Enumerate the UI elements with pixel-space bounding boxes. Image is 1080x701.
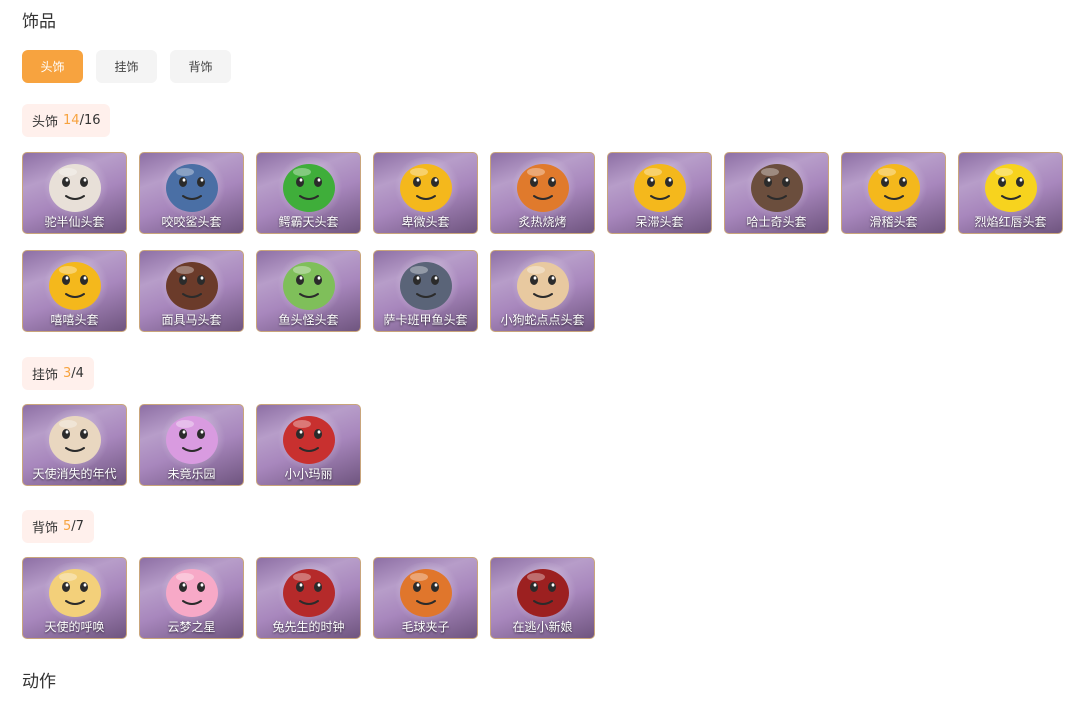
item-card[interactable]: 毛球夹子	[373, 557, 478, 639]
fish-icon	[395, 256, 457, 316]
grin-face-icon	[44, 256, 106, 316]
smirk-face-icon	[863, 158, 925, 218]
item-name: 鳄霸天头套	[278, 215, 339, 229]
item-card[interactable]: 呆滞头套	[607, 152, 712, 234]
back-section-label: 背饰	[32, 521, 59, 536]
husky-icon	[746, 158, 808, 218]
head-section-count: 14/16	[63, 113, 101, 128]
blank-face-icon	[629, 158, 691, 218]
item-name: 面具马头套	[161, 313, 222, 327]
item-card[interactable]: 炙热烧烤	[490, 152, 595, 234]
item-name: 天使消失的年代	[32, 467, 117, 481]
worried-face-icon	[395, 158, 457, 218]
tab-hanging[interactable]: 挂饰	[96, 50, 157, 83]
fish-head-icon	[278, 256, 340, 316]
item-card[interactable]: 鳄霸天头套	[256, 152, 361, 234]
item-card[interactable]: 嘻嘻头套	[22, 250, 127, 332]
bride-dress-icon	[512, 563, 574, 623]
bread-icon	[512, 158, 574, 218]
item-name: 鱼头怪头套	[278, 313, 339, 327]
item-card[interactable]: 云梦之星	[139, 557, 244, 639]
item-name: 萨卡班甲鱼头套	[383, 313, 468, 327]
item-card[interactable]: 小狗蛇点点头套	[490, 250, 595, 332]
head-section-header: 头饰 14/16	[22, 104, 111, 137]
angel-wings-icon	[44, 563, 106, 623]
hanging-section-header: 挂饰 3/4	[22, 357, 94, 390]
bear-mask-icon	[44, 158, 106, 218]
item-card[interactable]: 萨卡班甲鱼头套	[373, 250, 478, 332]
hanging-section-count: 3/4	[63, 366, 84, 381]
item-name: 咬咬鲨头套	[161, 215, 222, 229]
head-items-grid: 驼半仙头套 咬咬鲨头套 鳄霸天头套 卑微头套 炙热烧烤 呆滞头套 哈士奇头套 滑稽头套 烈焰红唇…	[22, 152, 1080, 348]
item-name: 嘻嘻头套	[50, 313, 99, 327]
item-card[interactable]: 驼半仙头套	[22, 152, 127, 234]
item-card[interactable]: 哈士奇头套	[724, 152, 829, 234]
item-name: 兔先生的时钟	[272, 620, 345, 634]
item-card[interactable]: 小小玛丽	[256, 404, 361, 486]
mary-doll-icon	[278, 410, 340, 470]
item-card[interactable]: 卑微头套	[373, 152, 478, 234]
head-section-label: 头饰	[32, 115, 59, 130]
item-name: 炙热烧烤	[518, 215, 567, 229]
fairy-doll-icon	[161, 410, 223, 470]
hanging-items-grid: 天使消失的年代 未竟乐园 小小玛丽	[22, 404, 1080, 502]
category-tabs: 头饰 挂饰 背饰	[22, 50, 231, 83]
shark-icon	[161, 158, 223, 218]
back-section-header: 背饰 5/7	[22, 510, 94, 543]
item-name: 云梦之星	[167, 620, 216, 634]
item-name: 天使的呼唤	[44, 620, 105, 634]
tab-head[interactable]: 头饰	[22, 50, 83, 83]
item-card[interactable]: 咬咬鲨头套	[139, 152, 244, 234]
tab-back[interactable]: 背饰	[170, 50, 231, 83]
pikachu-icon	[980, 158, 1042, 218]
horse-icon	[161, 256, 223, 316]
item-name: 滑稽头套	[869, 215, 918, 229]
item-card[interactable]: 滑稽头套	[841, 152, 946, 234]
item-card[interactable]: 天使消失的年代	[22, 404, 127, 486]
snake-icon	[512, 256, 574, 316]
page-title: 饰品	[22, 12, 56, 32]
item-name: 未竟乐园	[167, 467, 216, 481]
item-name: 在逃小新娘	[512, 620, 573, 634]
item-name: 小狗蛇点点头套	[500, 313, 585, 327]
back-section-count: 5/7	[63, 519, 84, 534]
angel-doll-icon	[44, 410, 106, 470]
unicorn-icon	[161, 563, 223, 623]
item-name: 呆滞头套	[635, 215, 684, 229]
item-card[interactable]: 天使的呼唤	[22, 557, 127, 639]
fox-soldier-icon	[395, 563, 457, 623]
item-card[interactable]: 鱼头怪头套	[256, 250, 361, 332]
hanging-section-label: 挂饰	[32, 368, 59, 383]
item-card[interactable]: 未竟乐园	[139, 404, 244, 486]
item-name: 烈焰红唇头套	[974, 215, 1047, 229]
back-items-grid: 天使的呼唤 云梦之星 兔先生的时钟 毛球夹子 在逃小新娘	[22, 557, 1080, 655]
item-name: 卑微头套	[401, 215, 450, 229]
rabbit-clock-icon	[278, 563, 340, 623]
crocodile-icon	[278, 158, 340, 218]
actions-section-title: 动作	[22, 672, 56, 692]
item-name: 驼半仙头套	[44, 215, 105, 229]
item-card[interactable]: 兔先生的时钟	[256, 557, 361, 639]
item-name: 哈士奇头套	[746, 215, 807, 229]
item-card[interactable]: 烈焰红唇头套	[958, 152, 1063, 234]
item-name: 毛球夹子	[401, 620, 450, 634]
item-card[interactable]: 面具马头套	[139, 250, 244, 332]
item-card[interactable]: 在逃小新娘	[490, 557, 595, 639]
item-name: 小小玛丽	[284, 467, 333, 481]
